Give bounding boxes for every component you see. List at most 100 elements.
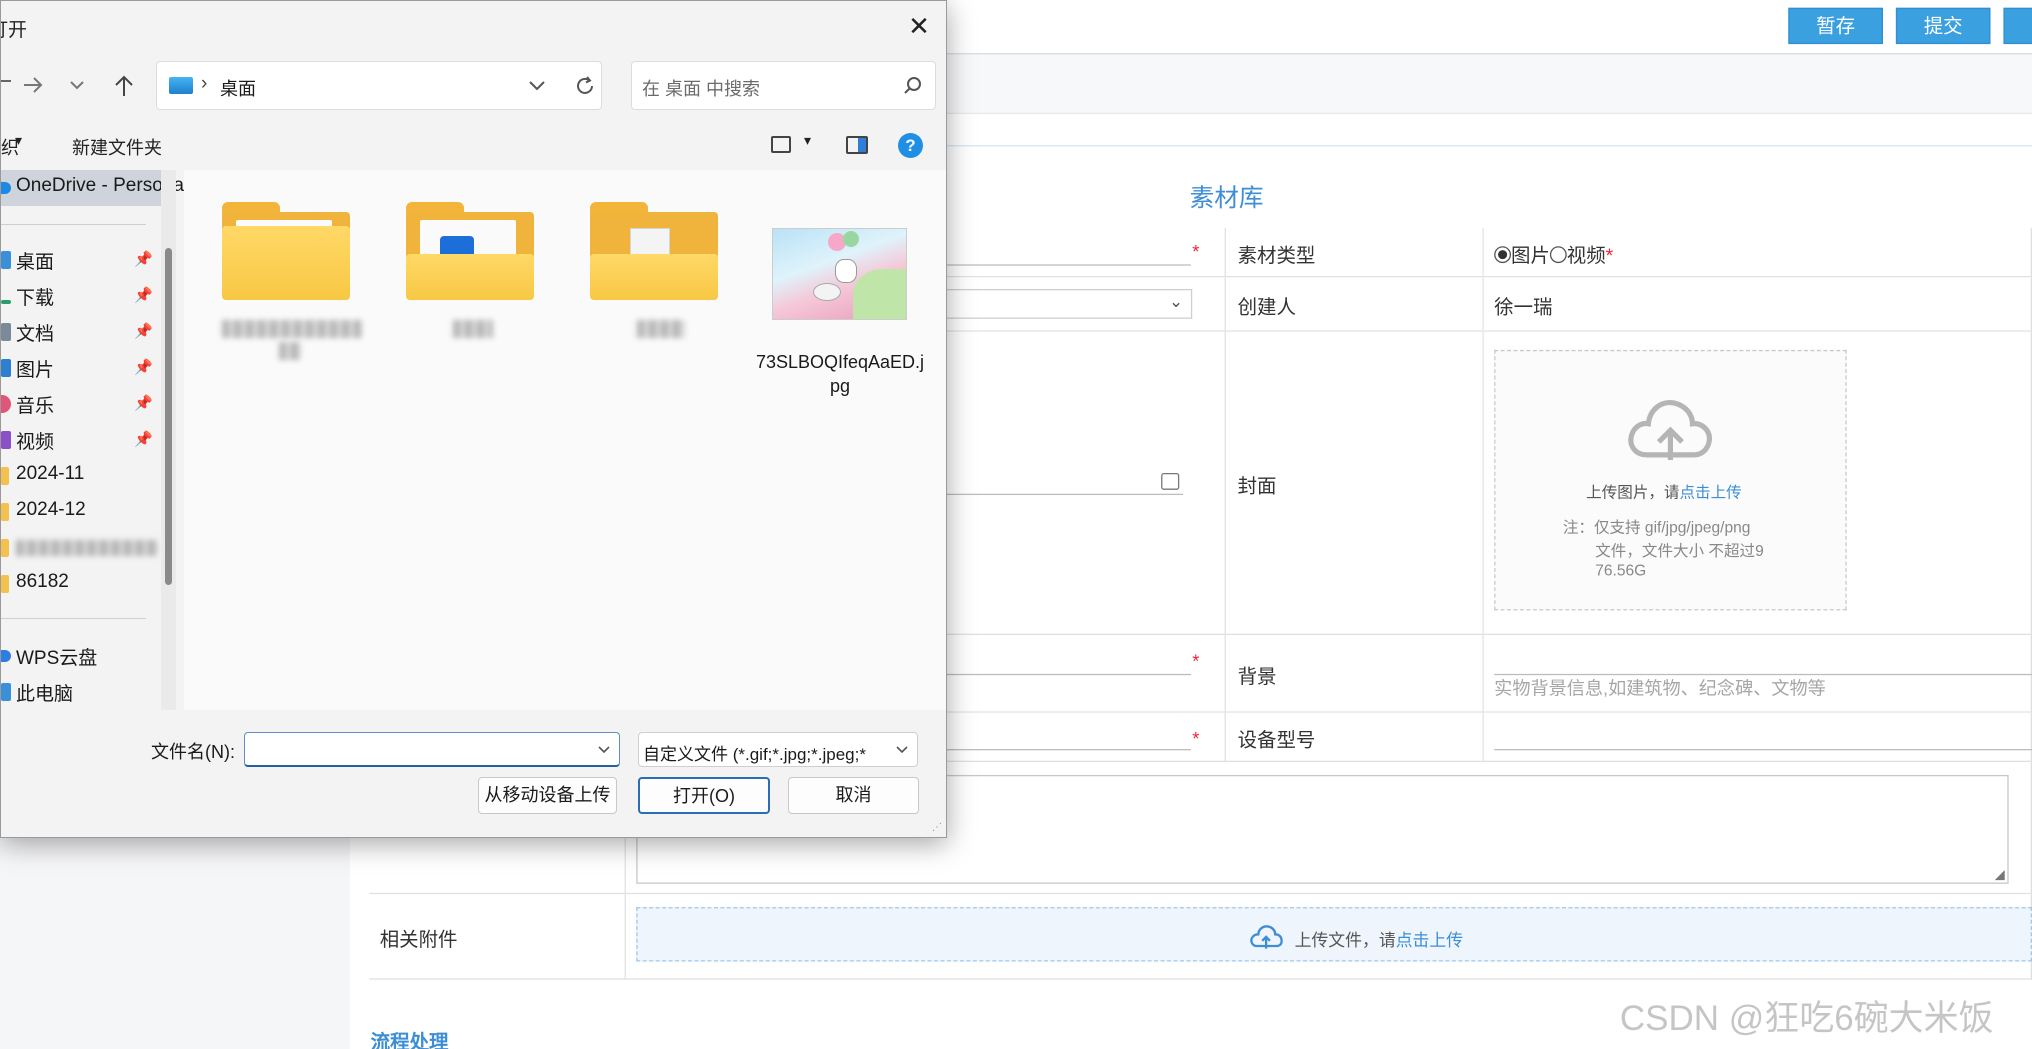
address-bar[interactable]: › 桌面 bbox=[156, 61, 602, 110]
creator-value: 徐一瑞 bbox=[1494, 296, 1553, 319]
up-arrow-icon[interactable] bbox=[113, 74, 135, 98]
radio-video-icon[interactable] bbox=[1549, 246, 1567, 264]
nav-item-videos[interactable]: 视频 📌 bbox=[1, 422, 161, 458]
field-underline[interactable] bbox=[907, 673, 1191, 676]
refresh-icon[interactable] bbox=[573, 74, 597, 98]
nav-item-label: 2024-12 bbox=[16, 499, 86, 520]
submit-button[interactable]: 提交 bbox=[1895, 7, 1991, 45]
file-type-select[interactable]: 自定义文件 (*.gif;*.jpg;*.jpeg;* bbox=[638, 732, 918, 767]
material-type-radio-group: 图片 视频* bbox=[1494, 241, 1613, 268]
nav-item-folder-2024-12[interactable]: 2024-12 bbox=[1, 494, 161, 530]
calendar-icon[interactable] bbox=[1161, 473, 1180, 490]
file-list-pane: 73SLBOQIfeqAaED.jpg bbox=[184, 170, 946, 710]
chevron-down-icon[interactable] bbox=[69, 79, 85, 91]
document-icon bbox=[1, 323, 11, 341]
back-arrow-icon[interactable] bbox=[1, 69, 11, 100]
pin-icon: 📌 bbox=[134, 323, 153, 340]
blurred-label bbox=[222, 320, 362, 338]
nav-scrollbar[interactable] bbox=[161, 170, 176, 710]
file-item-folder[interactable] bbox=[552, 190, 728, 390]
pin-icon: 📌 bbox=[134, 395, 153, 412]
folder-icon bbox=[1, 539, 9, 557]
attachment-upload-link[interactable]: 点击上传 bbox=[1396, 930, 1463, 949]
name-field-underline[interactable] bbox=[907, 264, 1191, 266]
new-folder-button[interactable]: 新建文件夹 bbox=[72, 134, 162, 160]
search-box[interactable]: 在 桌面 中搜索 bbox=[631, 61, 936, 110]
folder-icon bbox=[1, 467, 9, 485]
attachment-upload-box[interactable]: 上传文件，请点击上传 bbox=[636, 907, 2032, 962]
field-underline[interactable] bbox=[907, 749, 1191, 751]
pictures-icon bbox=[1, 359, 11, 377]
pin-icon: 📌 bbox=[134, 251, 153, 268]
chevron-down-icon[interactable]: ▾ bbox=[15, 132, 22, 149]
upload-from-mobile-button[interactable]: 从移动设备上传 bbox=[478, 777, 617, 814]
dialog-title-bar[interactable]: 打开 ✕ bbox=[1, 1, 946, 50]
dialog-title: 打开 bbox=[1, 20, 28, 41]
material-type-label: 素材类型 bbox=[1237, 244, 1316, 267]
device-model-input[interactable] bbox=[1494, 749, 2032, 751]
nav-item-this-pc[interactable]: 此电脑 bbox=[1, 674, 161, 710]
nav-item-folder-86182[interactable]: 86182 bbox=[1, 566, 161, 602]
creator-label: 创建人 bbox=[1237, 296, 1296, 319]
music-icon bbox=[1, 395, 11, 413]
breadcrumb-location[interactable]: 桌面 bbox=[220, 75, 256, 101]
nav-item-folder-2024-11[interactable]: 2024-11 bbox=[1, 458, 161, 494]
form-cell bbox=[1483, 277, 2032, 332]
nav-item-label: 2024-11 bbox=[16, 463, 85, 484]
radio-video-label[interactable]: 视频 bbox=[1567, 245, 1606, 267]
save-draft-button[interactable]: 暂存 bbox=[1788, 7, 1883, 45]
cover-note-line1: 注：仅支持 gif/jpg/jpeg/png bbox=[1562, 518, 1751, 537]
nav-item-label: 文档 bbox=[16, 324, 55, 345]
category-select[interactable]: ⌄ bbox=[907, 288, 1193, 319]
file-item-folder[interactable] bbox=[184, 190, 362, 390]
chevron-down-icon[interactable] bbox=[597, 745, 611, 755]
pin-icon: 📌 bbox=[134, 431, 153, 448]
divider bbox=[1, 618, 146, 619]
resize-handle-icon[interactable]: ◢ bbox=[1995, 868, 2005, 882]
form-cell bbox=[907, 712, 1226, 762]
cover-upload-box[interactable]: 上传图片，请点击上传 注：仅支持 gif/jpg/jpeg/png 文件，文件大… bbox=[1494, 349, 1847, 611]
nav-item-wps-cloud[interactable]: WPS云盘 bbox=[1, 638, 161, 674]
background-input[interactable]: 实物背景信息,如建筑物、纪念碑、文物等 bbox=[1494, 675, 1826, 701]
folder-icon bbox=[222, 202, 350, 300]
cover-upload-link[interactable]: 点击上传 bbox=[1680, 483, 1742, 501]
resize-grip-icon[interactable]: ⋰ bbox=[932, 822, 942, 833]
extra-toolbar-button[interactable] bbox=[2003, 7, 2032, 45]
nav-item-pictures[interactable]: 图片 📌 bbox=[1, 350, 161, 386]
nav-item-onedrive[interactable]: OneDrive - Personal bbox=[1, 170, 188, 206]
view-mode-icon[interactable] bbox=[771, 136, 791, 153]
background-label: 背景 bbox=[1237, 666, 1277, 689]
preview-pane-icon[interactable] bbox=[846, 136, 868, 154]
file-open-dialog: 打开 ✕ › 桌面 在 桌面 中搜索 组织 ▾ 新建文件夹 bbox=[0, 0, 947, 838]
close-button[interactable]: ✕ bbox=[896, 9, 942, 45]
nav-item-desktop[interactable]: 桌面 📌 bbox=[1, 242, 161, 278]
radio-image-icon[interactable] bbox=[1494, 246, 1512, 264]
nav-item-blurred-folder[interactable] bbox=[1, 530, 161, 566]
address-dropdown-icon[interactable] bbox=[527, 79, 547, 93]
file-item-image[interactable]: 73SLBOQIfeqAaED.jpg bbox=[734, 190, 924, 396]
filename-input[interactable] bbox=[244, 732, 620, 767]
date-field-underline[interactable] bbox=[907, 493, 1184, 496]
forward-arrow-icon[interactable] bbox=[22, 75, 44, 95]
cloud-upload-icon bbox=[1628, 400, 1712, 461]
search-icon[interactable] bbox=[903, 76, 923, 96]
help-icon[interactable]: ? bbox=[898, 133, 923, 158]
cover-upload-text: 上传图片，请 bbox=[1586, 483, 1680, 502]
file-item-folder[interactable] bbox=[368, 190, 544, 390]
chevron-down-icon[interactable] bbox=[895, 745, 909, 755]
nav-item-music[interactable]: 音乐 📌 bbox=[1, 386, 161, 422]
watermark: CSDN @狂吃6碗大米饭 bbox=[1619, 999, 1994, 1039]
blurred-label bbox=[453, 320, 493, 338]
scroll-thumb[interactable] bbox=[165, 248, 172, 585]
radio-image-label[interactable]: 图片 bbox=[1511, 245, 1550, 267]
cloud-icon bbox=[1, 182, 11, 194]
chevron-down-icon[interactable]: ▾ bbox=[804, 132, 811, 149]
search-input[interactable]: 在 桌面 中搜索 bbox=[642, 75, 760, 101]
open-button[interactable]: 打开(O) bbox=[638, 777, 770, 814]
nav-item-label: 86182 bbox=[16, 571, 69, 592]
nav-item-documents[interactable]: 文档 📌 bbox=[1, 314, 161, 350]
nav-item-downloads[interactable]: 下载 📌 bbox=[1, 278, 161, 314]
cancel-button[interactable]: 取消 bbox=[788, 777, 919, 814]
download-icon bbox=[1, 300, 11, 304]
cover-label: 封面 bbox=[1237, 475, 1277, 498]
